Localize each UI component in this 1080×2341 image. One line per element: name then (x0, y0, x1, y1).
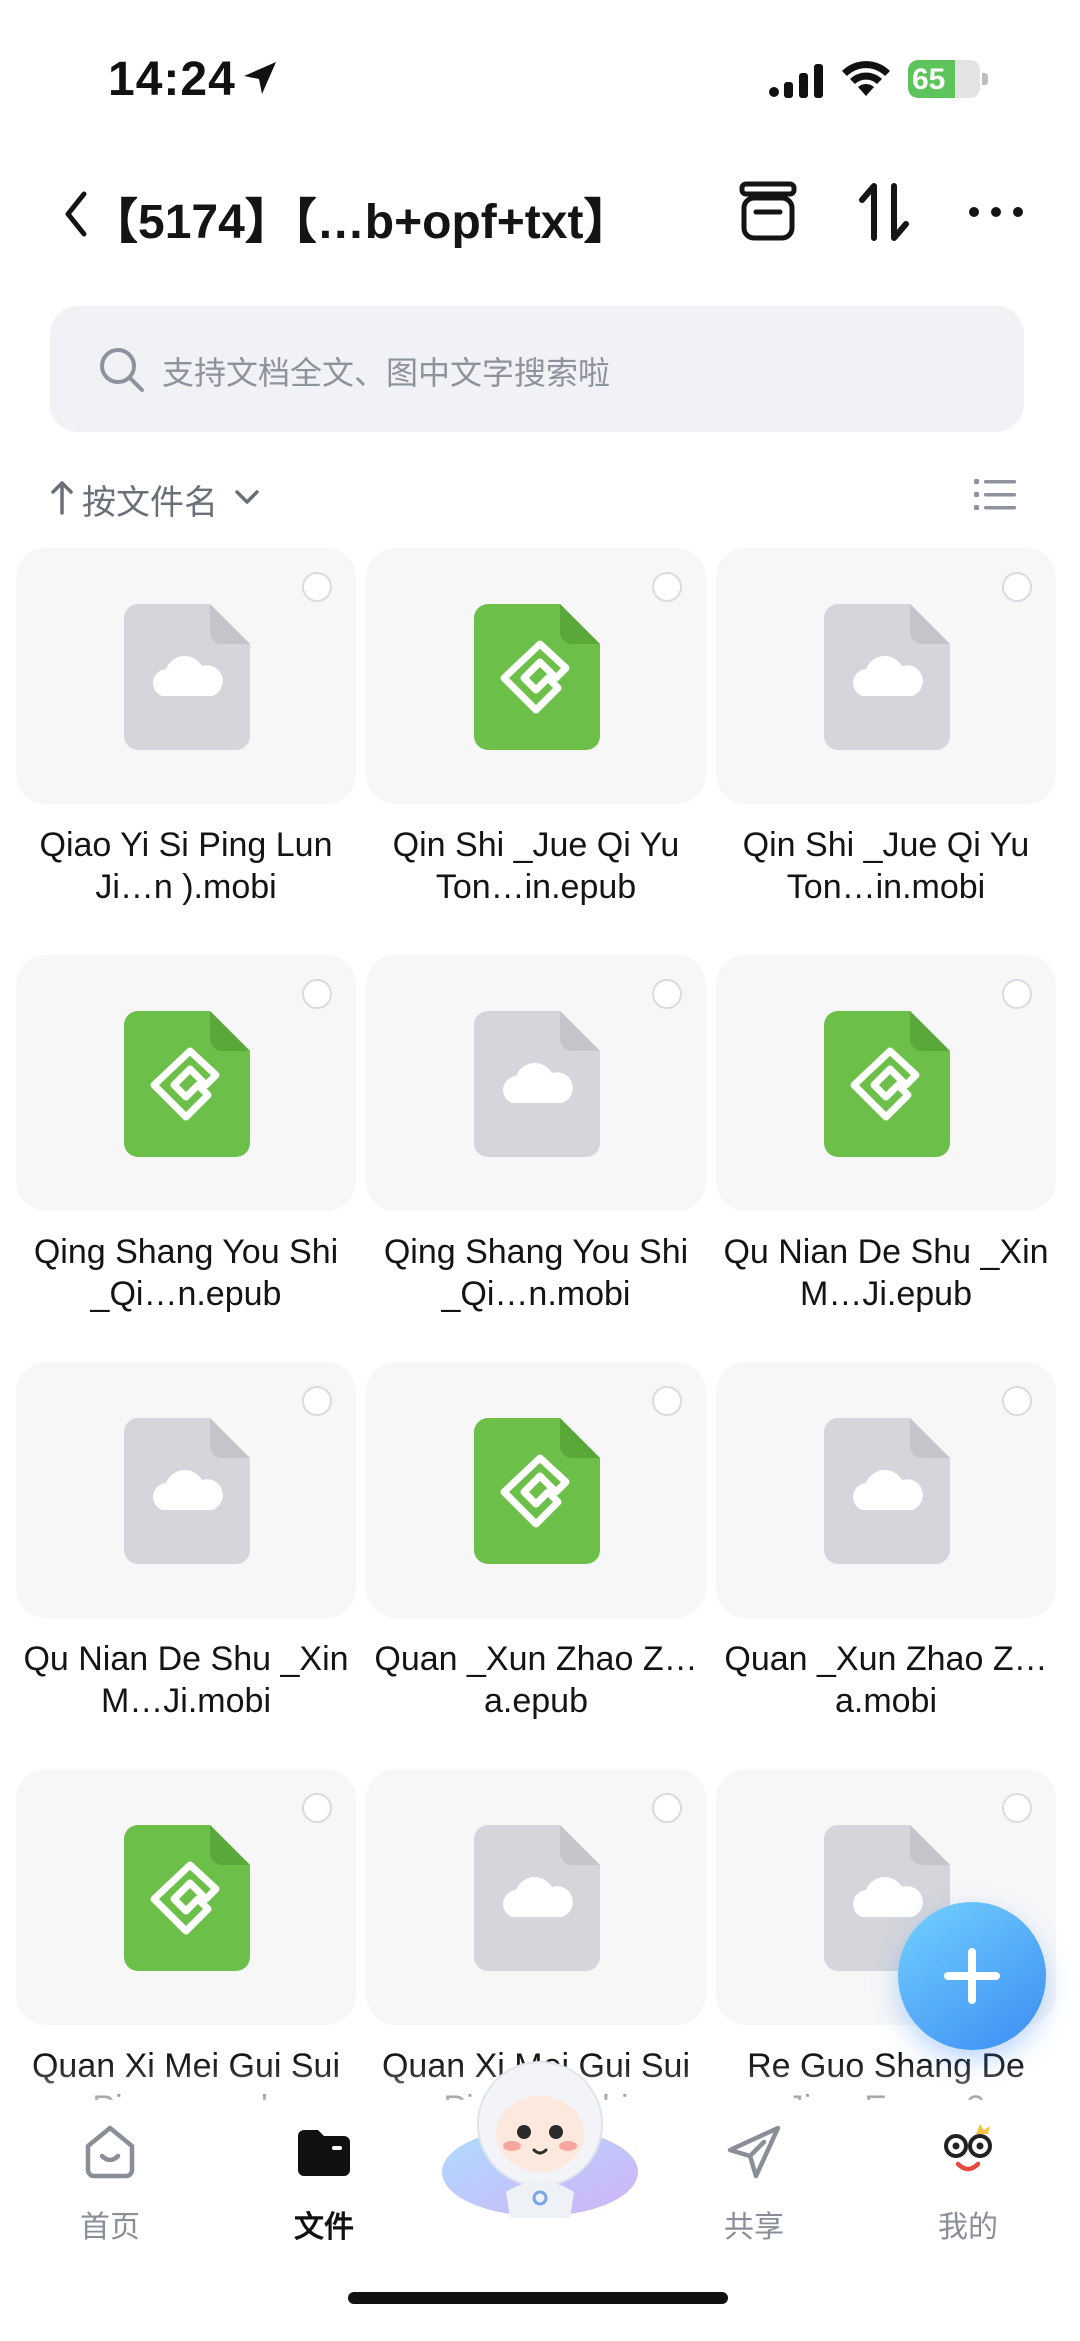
battery-body: 65 (908, 60, 980, 98)
file-name: Qing Shang You Shi _Qi…n.epub (33, 1233, 339, 1313)
file-thumbnail[interactable] (16, 1769, 356, 2025)
file-name: Qu Nian De Shu _Xin M…Ji.epub (723, 1233, 1049, 1313)
more-options-icon[interactable] (960, 176, 1032, 248)
battery-percent: 65 (912, 63, 946, 96)
file-thumbnail[interactable] (366, 955, 706, 1211)
wifi-icon (842, 61, 890, 96)
select-radio[interactable] (652, 572, 682, 602)
navigation-bar: 【5174】【…b+opf+txt】 (0, 160, 1080, 280)
tab-mine-label: 我的 (938, 2211, 998, 2244)
epub-icon (474, 1418, 600, 1564)
file-thumbnail[interactable] (716, 1362, 1056, 1618)
file-name: Quan _Xun Zhao Z…a.epub (374, 1640, 698, 1720)
file-item[interactable]: Qin Shi _Jue Qi Yu Ton…in.epub (366, 548, 706, 948)
select-radio[interactable] (302, 979, 332, 1009)
search-placeholder: 支持文档全文、图中文字搜索啦 (162, 355, 611, 391)
home-icon (85, 2125, 135, 2179)
select-radio[interactable] (302, 1793, 332, 1823)
file-thumbnail[interactable] (16, 548, 356, 804)
search-bar[interactable]: 支持文档全文、图中文字搜索啦 (50, 306, 1024, 432)
file-thumbnail[interactable] (366, 1769, 706, 2025)
chevron-down-icon[interactable] (232, 485, 262, 509)
file-item[interactable]: Qing Shang You Shi _Qi…n.epub (16, 955, 356, 1355)
file-item[interactable]: Quan _Xun Zhao Z…a.mobi (716, 1362, 1056, 1762)
tab-home-label: 首页 (80, 2211, 140, 2244)
file-item[interactable]: Qu Nian De Shu _Xin M…Ji.mobi (16, 1362, 356, 1762)
location-arrow-icon (244, 62, 276, 94)
file-name: Quan _Xun Zhao Z…a.mobi (724, 1640, 1048, 1720)
assistant-mascot-icon[interactable] (440, 2052, 640, 2222)
status-time: 14:24 (108, 53, 236, 106)
cloud-file-icon (474, 1011, 600, 1157)
sort-ascending-arrow-icon[interactable] (48, 477, 76, 517)
epub-icon (124, 1825, 250, 1971)
tab-files[interactable]: 文件 (254, 2120, 394, 2260)
status-bar: 14:24 65 (0, 0, 1080, 150)
plus-icon-vertical (968, 1948, 976, 2004)
cloud-file-icon (124, 1418, 250, 1564)
file-name: Qin Shi _Jue Qi Yu Ton…in.epub (392, 826, 680, 906)
file-item[interactable]: Qiao Yi Si Ping Lun Ji…n ).mobi (16, 548, 356, 948)
epub-icon (124, 1011, 250, 1157)
select-radio[interactable] (652, 979, 682, 1009)
file-name: Qiao Yi Si Ping Lun Ji…n ).mobi (39, 826, 333, 906)
select-radio[interactable] (302, 572, 332, 602)
cloud-file-icon (124, 604, 250, 750)
tab-share[interactable]: 共享 (684, 2120, 824, 2260)
file-thumbnail[interactable] (716, 955, 1056, 1211)
archive-box-icon[interactable] (732, 176, 804, 248)
profile-face-icon (944, 2124, 992, 2172)
cloud-file-icon (474, 1825, 600, 1971)
battery-indicator: 65 (908, 60, 988, 98)
select-radio[interactable] (652, 1386, 682, 1416)
epub-icon (474, 604, 600, 750)
cloud-file-icon (824, 1418, 950, 1564)
list-view-icon[interactable] (972, 475, 1018, 515)
file-item[interactable]: Qing Shang You Shi _Qi…n.mobi (366, 955, 706, 1355)
select-radio[interactable] (1002, 1793, 1032, 1823)
file-thumbnail[interactable] (716, 548, 1056, 804)
cellular-signal-icon (769, 64, 823, 98)
select-radio[interactable] (1002, 979, 1032, 1009)
tab-mine[interactable]: 我的 (898, 2120, 1038, 2260)
sort-row: 按文件名 (0, 465, 1080, 525)
paper-plane-icon (727, 2125, 781, 2179)
file-item[interactable]: Quan _Xun Zhao Z…a.epub (366, 1362, 706, 1762)
tab-share-label: 共享 (724, 2211, 784, 2244)
file-thumbnail[interactable] (16, 1362, 356, 1618)
file-thumbnail[interactable] (366, 548, 706, 804)
search-icon (100, 348, 144, 392)
tab-files-label: 文件 (294, 2211, 354, 2244)
select-radio[interactable] (652, 1793, 682, 1823)
select-radio[interactable] (302, 1386, 332, 1416)
file-item[interactable]: Qin Shi _Jue Qi Yu Ton…in.mobi (716, 548, 1056, 948)
add-button[interactable] (898, 1902, 1046, 2050)
file-thumbnail[interactable] (366, 1362, 706, 1618)
sort-by-filename-label[interactable]: 按文件名 (82, 475, 218, 524)
sort-order-icon[interactable] (848, 176, 920, 248)
file-item[interactable]: Qu Nian De Shu _Xin M…Ji.epub (716, 955, 1056, 1355)
file-name: Qing Shang You Shi _Qi…n.mobi (383, 1233, 689, 1313)
select-radio[interactable] (1002, 572, 1032, 602)
select-radio[interactable] (1002, 1386, 1032, 1416)
file-thumbnail[interactable] (16, 955, 356, 1211)
folder-icon (298, 2130, 350, 2176)
tab-home[interactable]: 首页 (40, 2120, 180, 2260)
epub-icon (824, 1011, 950, 1157)
file-name: Qin Shi _Jue Qi Yu Ton…in.mobi (742, 826, 1030, 906)
file-name: Qu Nian De Shu _Xin M…Ji.mobi (23, 1640, 349, 1720)
cloud-file-icon (824, 604, 950, 750)
folder-title: 【5174】【…b+opf+txt】 (90, 196, 632, 249)
home-indicator (348, 2292, 728, 2304)
battery-tip (982, 73, 988, 85)
